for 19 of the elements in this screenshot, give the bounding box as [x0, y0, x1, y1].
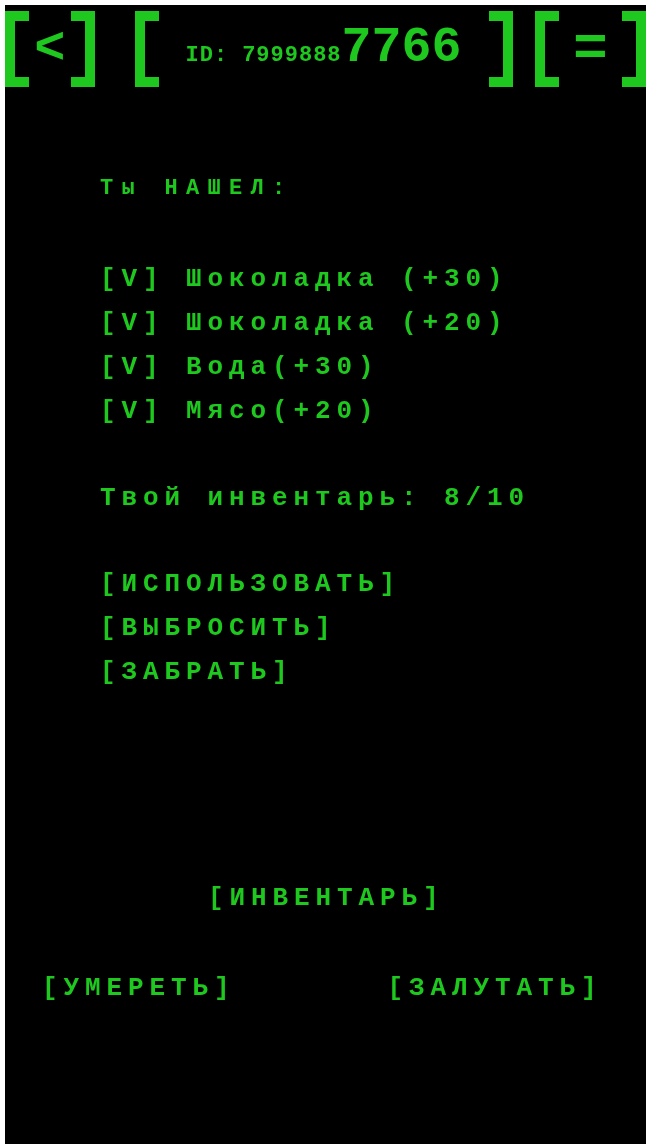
found-heading: Ты НАШЕЛ:: [100, 175, 294, 203]
inventory-button[interactable]: [ИНВЕНТАРЬ]: [208, 876, 445, 920]
checkbox-mark[interactable]: [V]: [100, 345, 165, 389]
action-button[interactable]: [ВЫБРОСИТЬ]: [100, 606, 337, 650]
item-label: Шоколадка (+20): [186, 307, 509, 340]
die-button[interactable]: [УМЕРЕТЬ]: [42, 966, 236, 1010]
checkbox-mark[interactable]: [V]: [100, 389, 165, 433]
loot-button[interactable]: [ЗАЛУТАТЬ]: [387, 966, 603, 1010]
checkbox-mark[interactable]: [V]: [100, 257, 165, 301]
item-label: Мясо(+20): [186, 395, 380, 428]
checkbox-mark[interactable]: [V]: [100, 301, 165, 345]
action-button[interactable]: [ИСПОЛЬЗОВАТЬ]: [100, 562, 402, 606]
back-button[interactable]: <: [5, 11, 95, 87]
item-label: Вода(+30): [186, 351, 380, 384]
item-label: Шоколадка (+30): [186, 263, 509, 296]
action-button[interactable]: [ЗАБРАТЬ]: [100, 650, 294, 694]
inventory-count: Твой инвентарь: 8/10: [100, 482, 531, 515]
menu-button[interactable]: =: [534, 11, 646, 87]
id-display[interactable]: ID: 79998887766: [134, 11, 513, 87]
